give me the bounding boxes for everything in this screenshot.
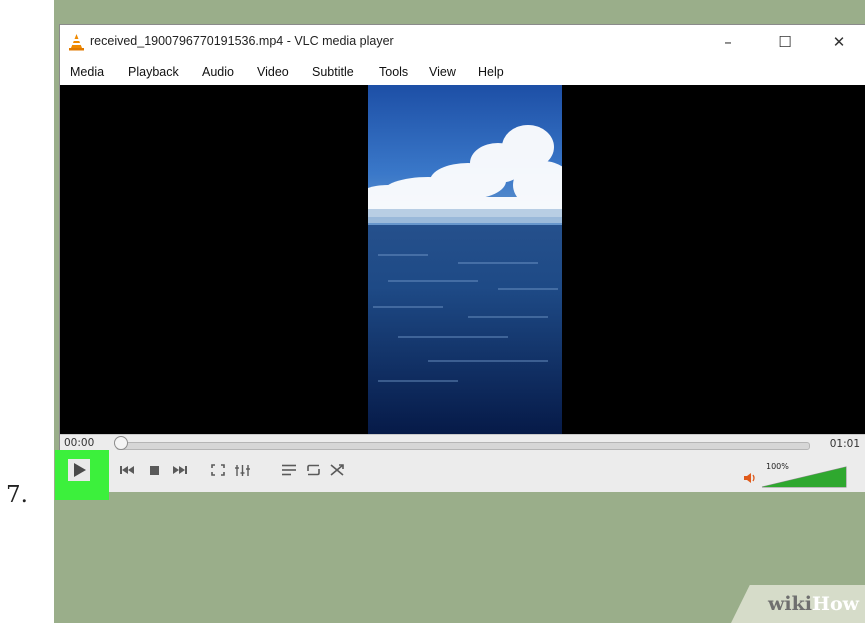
stop-icon — [149, 465, 159, 475]
playlist-icon — [282, 464, 296, 476]
seek-handle[interactable] — [114, 436, 128, 450]
menu-media[interactable]: Media — [70, 65, 104, 79]
menu-tools[interactable]: Tools — [379, 65, 408, 79]
maximize-button[interactable]: ☐ — [762, 25, 808, 59]
previous-icon — [120, 466, 134, 474]
menu-playback[interactable]: Playback — [128, 65, 179, 79]
menu-help[interactable]: Help — [478, 65, 504, 79]
video-area[interactable] — [60, 85, 865, 434]
menu-video[interactable]: Video — [257, 65, 289, 79]
volume-percent: 100% — [766, 462, 789, 471]
menu-audio[interactable]: Audio — [202, 65, 234, 79]
menu-bar: Media Playback Audio Video Subtitle Tool… — [60, 59, 865, 85]
window-title: received_1900796770191536.mp4 - VLC medi… — [90, 34, 394, 48]
playlist-button[interactable] — [278, 459, 300, 481]
control-bar: 00:00 01:01 — [60, 434, 865, 492]
fullscreen-icon — [211, 464, 225, 476]
time-total: 01:01 — [829, 438, 860, 450]
shuffle-button[interactable] — [326, 459, 348, 481]
next-icon — [173, 466, 187, 474]
stop-button[interactable] — [143, 459, 165, 481]
step-number: 7. — [6, 482, 28, 508]
next-button[interactable] — [169, 459, 191, 481]
loop-button[interactable] — [302, 459, 324, 481]
loop-icon — [306, 464, 320, 476]
close-button[interactable]: ✕ — [816, 25, 862, 59]
menu-view[interactable]: View — [429, 65, 456, 79]
vlc-window: received_1900796770191536.mp4 - VLC medi… — [59, 24, 865, 492]
fullscreen-button[interactable] — [207, 459, 229, 481]
watermark-how: How — [812, 593, 859, 615]
previous-button[interactable] — [116, 459, 138, 481]
minimize-button[interactable]: – — [705, 25, 751, 59]
video-frame — [368, 85, 562, 434]
speaker-icon[interactable] — [744, 472, 758, 484]
wikihow-watermark: wikiHow — [768, 593, 859, 615]
play-icon[interactable] — [68, 459, 90, 481]
menu-subtitle[interactable]: Subtitle — [312, 65, 354, 79]
shuffle-icon — [330, 464, 344, 476]
seek-bar[interactable] — [116, 442, 810, 450]
title-bar: received_1900796770191536.mp4 - VLC medi… — [60, 25, 865, 59]
extended-settings-icon — [234, 464, 250, 476]
time-elapsed: 00:00 — [64, 437, 95, 449]
extended-settings-button[interactable] — [231, 459, 253, 481]
vlc-cone-icon — [69, 34, 84, 51]
watermark-wiki: wiki — [768, 593, 813, 615]
